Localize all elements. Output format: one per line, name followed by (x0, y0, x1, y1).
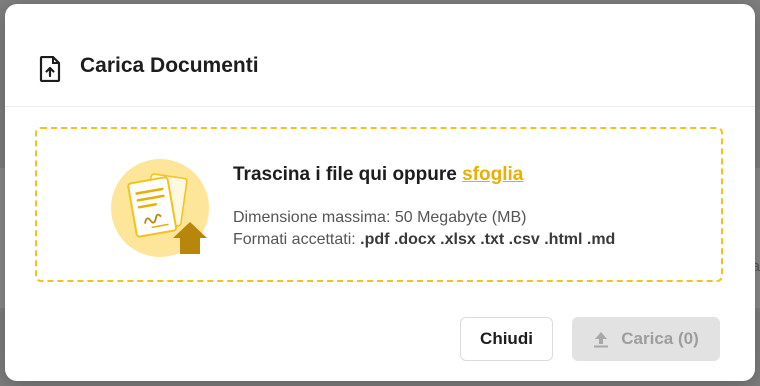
dropzone-prompt-text: Trascina i file qui oppure (233, 164, 463, 185)
dropzone-prompt: Trascina i file qui oppure sfoglia (233, 164, 523, 186)
close-button[interactable]: Chiudi (460, 317, 553, 361)
file-dropzone[interactable]: Trascina i file qui oppure sfoglia Dimen… (35, 127, 723, 282)
dialog-title: Carica Documenti (80, 54, 259, 77)
upload-file-icon (39, 56, 61, 82)
browse-link[interactable]: sfoglia (462, 164, 523, 185)
upload-button-label: Carica (0) (621, 329, 699, 348)
close-button-label: Chiudi (480, 329, 533, 348)
max-size-label: Dimensione massima: 50 Megabyte (MB) (233, 209, 527, 226)
accepted-formats: Formati accettati: .pdf .docx .xlsx .txt… (233, 229, 615, 251)
formats-values: .pdf .docx .xlsx .txt .csv .html .md (360, 231, 616, 248)
upload-arrow-icon (594, 331, 609, 347)
formats-label: Formati accettati: (233, 231, 361, 248)
upload-button[interactable]: Carica (0) (572, 317, 720, 361)
dropzone-info: Dimensione massima: 50 Megabyte (MB) For… (233, 207, 615, 251)
document-upload-illustration (111, 159, 209, 257)
dialog-header: Carica Documenti (5, 4, 755, 107)
